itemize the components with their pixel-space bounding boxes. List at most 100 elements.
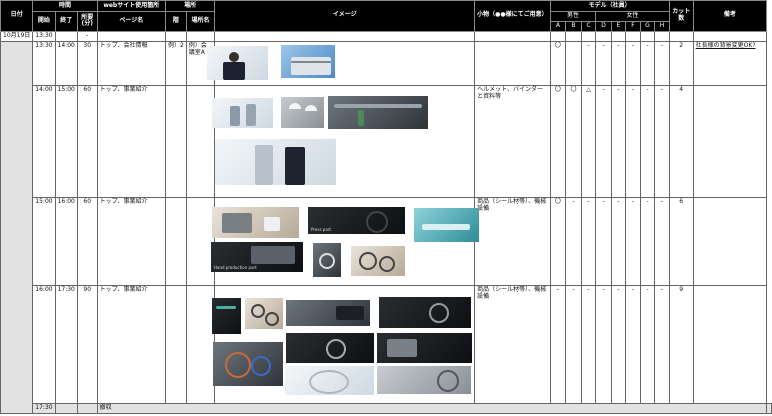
floor-cell[interactable]	[164, 84, 187, 198]
header-cuts: カット数	[668, 0, 694, 32]
first-duration-cell[interactable]: -	[76, 30, 98, 42]
model-d-cell[interactable]: -	[595, 284, 612, 404]
cuts-cell[interactable]: 2	[668, 40, 694, 86]
header-duration: 所要 (分)	[76, 11, 98, 32]
model-h-cell[interactable]: -	[654, 40, 670, 86]
floor-cell[interactable]: 例）2	[164, 40, 187, 86]
date-gray-cell	[0, 40, 34, 414]
model-c-cell[interactable]: -	[580, 196, 597, 286]
props-cell[interactable]: ヘルメット、バインダーと資料等	[474, 84, 551, 198]
cuts-cell[interactable]: 6	[668, 196, 694, 286]
model-g-cell[interactable]: -	[639, 196, 656, 286]
start-cell[interactable]: 14:00	[32, 84, 56, 198]
helmet-workers-photo	[281, 97, 324, 128]
model-b-cell[interactable]	[565, 40, 582, 86]
props-cell[interactable]	[474, 40, 551, 86]
factory-line-photo	[328, 96, 428, 129]
staff-meeting-photo	[212, 98, 273, 128]
colored-parts-photo	[213, 342, 283, 386]
model-h-cell[interactable]: -	[654, 196, 670, 286]
start-cell[interactable]: 15:00	[32, 196, 56, 286]
duration-cell[interactable]: 60	[76, 196, 98, 286]
model-h-cell[interactable]: -	[654, 284, 670, 404]
schedule-row: 13:30 14:00 30 トップ、会社情報 例）2 例）会議室A 〇 - -…	[0, 40, 772, 414]
end-cell[interactable]: 17:30	[54, 284, 78, 404]
machine-equipment-photo	[377, 366, 471, 394]
duration-cell[interactable]: 30	[76, 40, 98, 86]
header-floor: 階	[164, 11, 187, 32]
floor-cell[interactable]	[164, 284, 187, 404]
clean-room-photo	[414, 208, 479, 242]
model-a-cell[interactable]: 〇	[549, 84, 567, 198]
large-seal-photo	[285, 366, 374, 395]
duration-cell[interactable]: 60	[76, 84, 98, 198]
model-b-cell[interactable]: -	[565, 284, 582, 404]
model-d-cell[interactable]: -	[595, 84, 612, 198]
last-start-cell[interactable]: 17:30	[32, 402, 56, 414]
product-card-photo	[313, 243, 341, 277]
props-cell[interactable]: 商品（シール材等）、機械設備	[474, 284, 551, 404]
page-cell[interactable]: トップ、事業紹介	[96, 84, 166, 198]
remarks-cell[interactable]: 社長様の背景変更OK?	[692, 40, 768, 86]
remarks-cell[interactable]	[692, 84, 768, 198]
model-f-cell[interactable]: -	[625, 284, 641, 404]
model-f-cell[interactable]: -	[625, 84, 641, 198]
header-image: イメージ	[214, 0, 476, 32]
cuts-cell[interactable]: 9	[668, 284, 694, 404]
remarks-cell[interactable]	[692, 196, 768, 286]
model-c-cell[interactable]: -	[580, 284, 597, 404]
model-d-cell[interactable]: -	[595, 196, 612, 286]
model-f-cell[interactable]: -	[625, 196, 641, 286]
teardown-row: 17:30 撤収	[1, 402, 772, 414]
end-cell[interactable]: 14:00	[54, 40, 78, 86]
model-e-cell[interactable]: -	[610, 196, 627, 286]
remarks-cell[interactable]	[692, 284, 768, 404]
press-part-caption: Press part	[311, 227, 332, 232]
first-start-cell[interactable]: 13:30	[32, 30, 56, 42]
place-cell[interactable]	[185, 284, 216, 404]
model-g-cell[interactable]: -	[639, 284, 656, 404]
page-cell[interactable]: トップ、事業紹介	[96, 196, 166, 286]
model-c-cell[interactable]: △	[580, 84, 597, 198]
model-h-cell[interactable]: -	[654, 84, 670, 198]
model-g-cell[interactable]: -	[639, 40, 656, 86]
orings-photo	[245, 298, 283, 329]
header-date: 日付	[0, 0, 34, 32]
header-model-a: A	[549, 20, 567, 32]
model-e-cell[interactable]: -	[610, 284, 627, 404]
model-f-cell[interactable]: -	[625, 40, 641, 86]
start-cell[interactable]: 13:30	[32, 40, 56, 86]
page-cell[interactable]: トップ、事業紹介	[96, 284, 166, 404]
catalog-photo	[212, 298, 241, 334]
model-g-cell[interactable]: -	[639, 84, 656, 198]
schedule-sheet: 日付 時間 webサイト使用箇所 場所 イメージ 小物（●●様にてご用意） モデ…	[0, 0, 772, 416]
date-cell[interactable]: 10月19日	[0, 30, 34, 42]
seal-lineup-photo	[286, 333, 374, 363]
model-a-cell[interactable]: -	[549, 284, 567, 404]
model-a-cell[interactable]: 〇	[549, 40, 567, 86]
model-e-cell[interactable]: -	[610, 40, 627, 86]
header-female: 女性	[595, 11, 670, 22]
header-duration-line2: (分)	[81, 20, 94, 28]
teardown-label[interactable]: 撤収	[96, 402, 768, 414]
model-b-cell[interactable]: 〇	[565, 84, 582, 198]
first-end-cell[interactable]	[54, 30, 78, 42]
end-cell[interactable]: 16:00	[54, 196, 78, 286]
page-cell[interactable]: トップ、会社情報	[96, 40, 166, 86]
props-cell[interactable]: 商品（シール材等）、機械設備	[474, 196, 551, 286]
end-cell[interactable]: 15:00	[54, 84, 78, 198]
header-model: モデル（社員）	[549, 0, 670, 12]
model-c-cell[interactable]: -	[580, 40, 597, 86]
floor-cell[interactable]	[164, 196, 187, 286]
model-d-cell[interactable]: -	[595, 40, 612, 86]
machined-part-photo	[377, 333, 472, 363]
model-b-cell[interactable]: -	[565, 196, 582, 286]
place-cell[interactable]	[185, 84, 216, 198]
duration-cell[interactable]: 90	[76, 284, 98, 404]
office-building-photo	[281, 45, 335, 78]
model-e-cell[interactable]: -	[610, 84, 627, 198]
start-cell[interactable]: 16:00	[32, 284, 56, 404]
model-a-cell[interactable]: 〇	[549, 196, 567, 286]
header-time: 時間	[32, 0, 98, 12]
cuts-cell[interactable]: 4	[668, 84, 694, 198]
